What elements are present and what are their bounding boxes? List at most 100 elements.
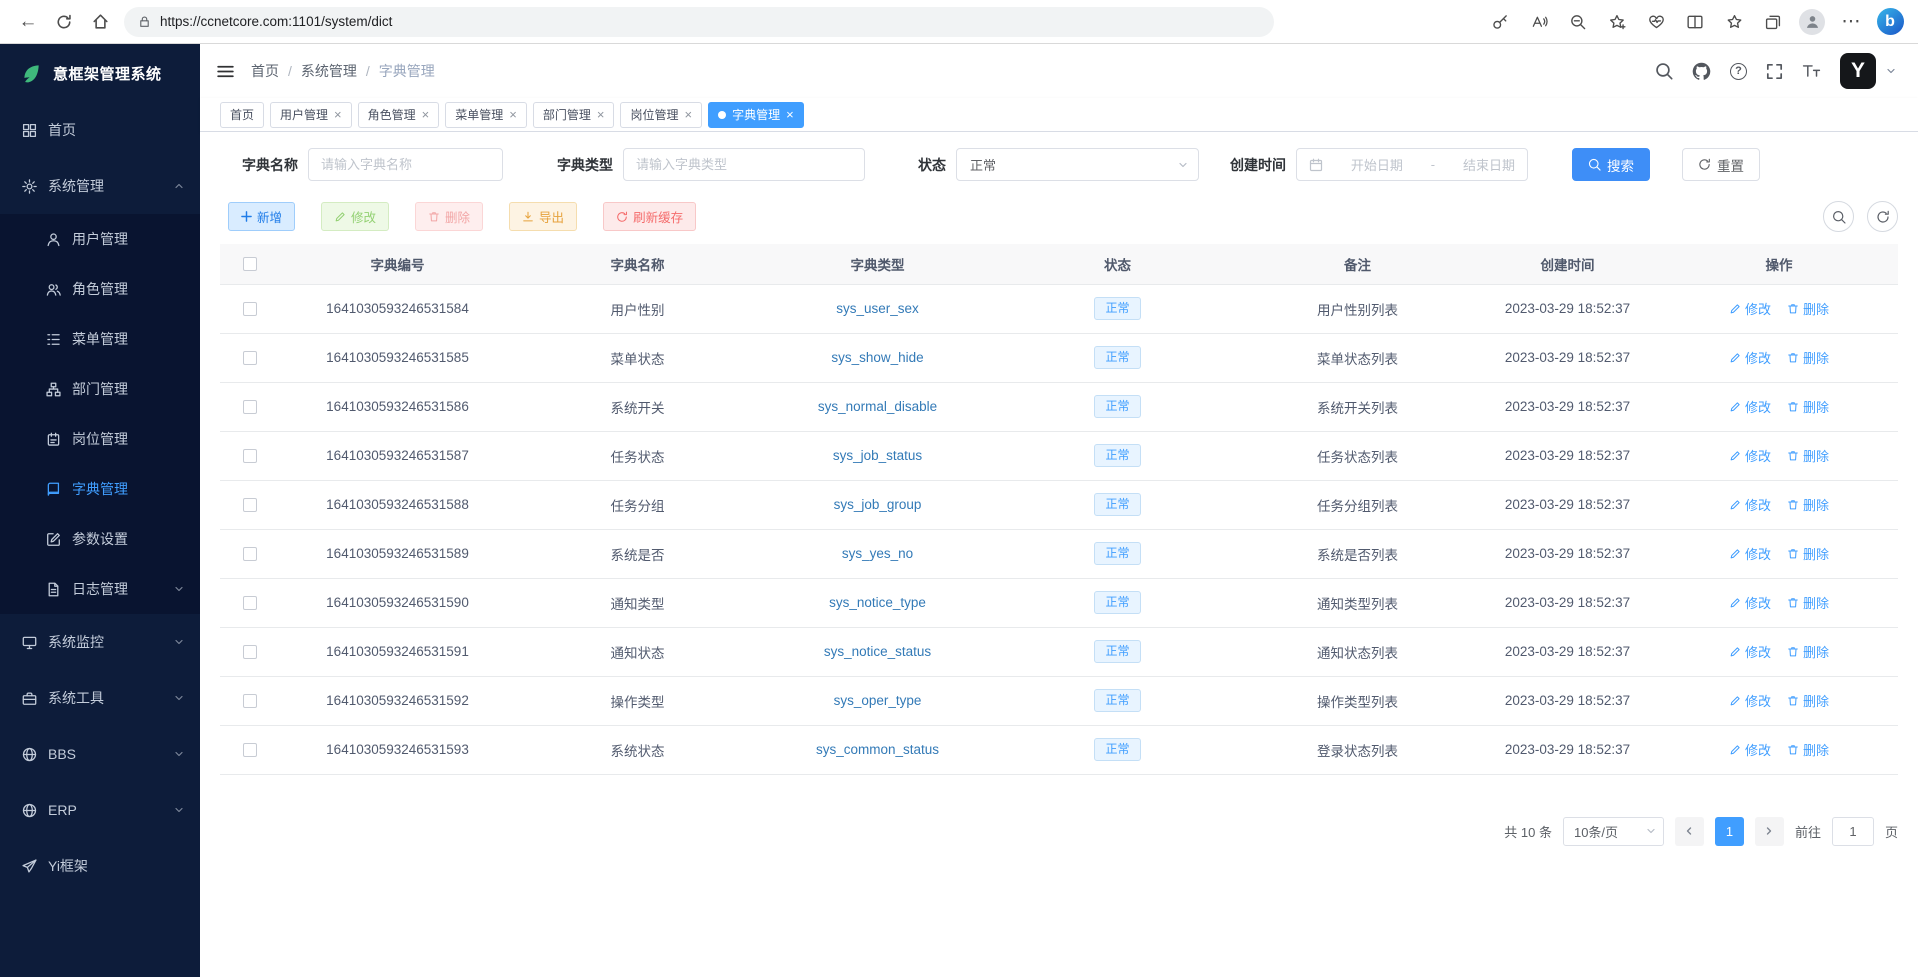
row-delete-button[interactable]: 删除 <box>1787 397 1829 416</box>
help-icon[interactable]: ? <box>1730 63 1747 80</box>
prev-page-button[interactable] <box>1675 817 1704 846</box>
sidebar-item-yi-framework[interactable]: Yi框架 <box>0 838 200 894</box>
page-number-1[interactable]: 1 <box>1715 817 1744 846</box>
row-edit-button[interactable]: 修改 <box>1729 544 1771 563</box>
export-button[interactable]: 导出 <box>509 202 577 231</box>
row-checkbox[interactable] <box>243 743 257 757</box>
read-aloud-icon[interactable] <box>1521 5 1557 39</box>
address-bar[interactable]: https://ccnetcore.com:1101/system/dict <box>124 7 1274 37</box>
row-edit-button[interactable]: 修改 <box>1729 642 1771 661</box>
tab-home[interactable]: 首页 <box>220 102 264 128</box>
row-checkbox[interactable] <box>243 498 257 512</box>
row-checkbox[interactable] <box>243 302 257 316</box>
dict-name-input[interactable] <box>308 148 503 181</box>
sidebar-item-monitor[interactable]: 系统监控 <box>0 614 200 670</box>
bing-sidebar-button[interactable]: b <box>1872 5 1908 39</box>
sidebar-item-departments[interactable]: 部门管理 <box>0 364 200 414</box>
collections-icon[interactable] <box>1755 5 1791 39</box>
row-delete-button[interactable]: 删除 <box>1787 299 1829 318</box>
row-edit-button[interactable]: 修改 <box>1729 593 1771 612</box>
row-checkbox[interactable] <box>243 645 257 659</box>
add-favorites-icon[interactable] <box>1599 5 1635 39</box>
row-edit-button[interactable]: 修改 <box>1729 446 1771 465</box>
browser-back-button[interactable]: ← <box>10 5 46 39</box>
row-checkbox[interactable] <box>243 596 257 610</box>
sidebar-item-posts[interactable]: 岗位管理 <box>0 414 200 464</box>
row-delete-button[interactable]: 删除 <box>1787 740 1829 759</box>
row-delete-button[interactable]: 删除 <box>1787 348 1829 367</box>
row-edit-button[interactable]: 修改 <box>1729 740 1771 759</box>
sidebar-item-system[interactable]: 系统管理 <box>0 158 200 214</box>
row-checkbox[interactable] <box>243 449 257 463</box>
sidebar-item-home[interactable]: 首页 <box>0 102 200 158</box>
toggle-search-button[interactable] <box>1823 201 1854 232</box>
row-checkbox[interactable] <box>243 547 257 561</box>
dict-type-input[interactable] <box>623 148 865 181</box>
next-page-button[interactable] <box>1755 817 1784 846</box>
dict-type-link[interactable]: sys_notice_status <box>824 644 931 659</box>
tab-users[interactable]: 用户管理× <box>270 102 352 128</box>
sidebar-item-dictionary[interactable]: 字典管理 <box>0 464 200 514</box>
dict-type-link[interactable]: sys_user_sex <box>836 301 919 316</box>
close-icon[interactable]: × <box>597 108 605 121</box>
browser-home-button[interactable] <box>82 5 118 39</box>
sidebar-toggle-button[interactable] <box>216 63 235 80</box>
row-checkbox[interactable] <box>243 694 257 708</box>
sidebar-item-menus[interactable]: 菜单管理 <box>0 314 200 364</box>
tab-dictionary[interactable]: 字典管理× <box>708 102 804 128</box>
sidebar-item-logs[interactable]: 日志管理 <box>0 564 200 614</box>
breadcrumb-system[interactable]: 系统管理 <box>301 61 357 81</box>
row-delete-button[interactable]: 删除 <box>1787 593 1829 612</box>
dict-type-link[interactable]: sys_job_status <box>833 448 922 463</box>
tab-menus[interactable]: 菜单管理× <box>445 102 527 128</box>
row-delete-button[interactable]: 删除 <box>1787 544 1829 563</box>
fullscreen-icon[interactable] <box>1766 63 1783 80</box>
sidebar-item-parameters[interactable]: 参数设置 <box>0 514 200 564</box>
date-range-picker[interactable]: 开始日期 - 结束日期 <box>1296 148 1528 181</box>
status-select[interactable]: 正常 <box>956 148 1199 181</box>
more-options-icon[interactable]: ⋯ <box>1833 5 1869 39</box>
header-search-icon[interactable] <box>1655 62 1673 80</box>
select-all-checkbox[interactable] <box>243 257 257 271</box>
sidebar-item-tools[interactable]: 系统工具 <box>0 670 200 726</box>
sidebar-item-roles[interactable]: 角色管理 <box>0 264 200 314</box>
row-checkbox[interactable] <box>243 351 257 365</box>
row-edit-button[interactable]: 修改 <box>1729 691 1771 710</box>
refresh-table-button[interactable] <box>1867 201 1898 232</box>
dict-type-link[interactable]: sys_oper_type <box>834 693 922 708</box>
tab-posts[interactable]: 岗位管理× <box>620 102 702 128</box>
refresh-cache-button[interactable]: 刷新缓存 <box>603 202 696 231</box>
row-checkbox[interactable] <box>243 400 257 414</box>
profile-avatar[interactable] <box>1794 5 1830 39</box>
close-icon[interactable]: × <box>509 108 517 121</box>
breadcrumb-home[interactable]: 首页 <box>251 61 279 81</box>
reset-button[interactable]: 重置 <box>1682 148 1760 181</box>
dict-type-link[interactable]: sys_job_group <box>834 497 922 512</box>
zoom-out-icon[interactable] <box>1560 5 1596 39</box>
edit-button[interactable]: 修改 <box>321 202 389 231</box>
favorites-icon[interactable] <box>1716 5 1752 39</box>
dict-type-link[interactable]: sys_common_status <box>816 742 939 757</box>
tab-departments[interactable]: 部门管理× <box>533 102 615 128</box>
sidebar-item-bbs[interactable]: BBS <box>0 726 200 782</box>
close-icon[interactable]: × <box>422 108 430 121</box>
key-icon[interactable] <box>1482 5 1518 39</box>
search-button[interactable]: 搜索 <box>1572 148 1650 181</box>
close-icon[interactable]: × <box>334 108 342 121</box>
dict-type-link[interactable]: sys_show_hide <box>831 350 923 365</box>
row-edit-button[interactable]: 修改 <box>1729 299 1771 318</box>
dict-type-link[interactable]: sys_yes_no <box>842 546 913 561</box>
row-edit-button[interactable]: 修改 <box>1729 495 1771 514</box>
page-size-select[interactable]: 10条/页 <box>1563 817 1664 846</box>
close-icon[interactable]: × <box>684 108 692 121</box>
row-edit-button[interactable]: 修改 <box>1729 348 1771 367</box>
sidebar-item-users[interactable]: 用户管理 <box>0 214 200 264</box>
row-edit-button[interactable]: 修改 <box>1729 397 1771 416</box>
dict-type-link[interactable]: sys_notice_type <box>829 595 926 610</box>
goto-page-input[interactable] <box>1832 817 1874 846</box>
split-screen-icon[interactable] <box>1677 5 1713 39</box>
row-delete-button[interactable]: 删除 <box>1787 642 1829 661</box>
add-button[interactable]: 新增 <box>228 202 295 231</box>
browser-refresh-button[interactable] <box>46 5 82 39</box>
github-icon[interactable] <box>1692 62 1711 81</box>
